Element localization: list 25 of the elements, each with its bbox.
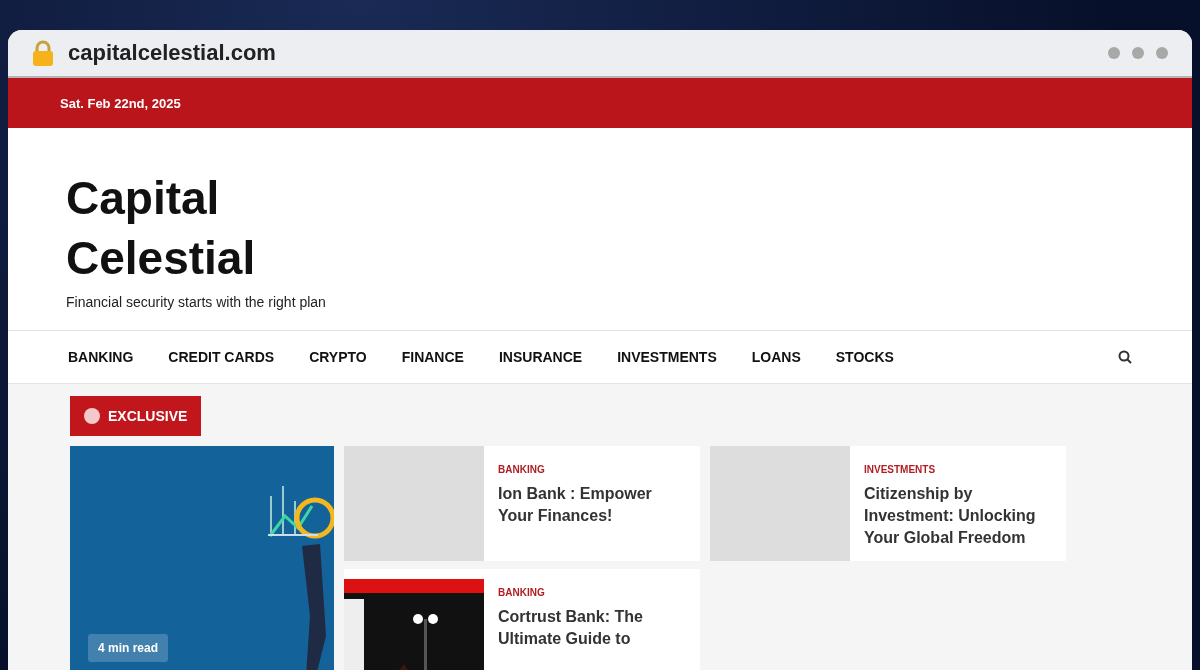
- window-dot: [1156, 47, 1168, 59]
- lock-icon: [32, 40, 54, 66]
- site-title[interactable]: Capital Celestial: [66, 168, 326, 288]
- post-title[interactable]: Citizenship by Investment: Unlocking Your Global Freedom: [864, 483, 1054, 549]
- exclusive-label: EXCLUSIVE: [108, 408, 188, 424]
- read-time-badge: 4 min read: [88, 634, 169, 662]
- nav-link[interactable]: FINANCE: [401, 349, 464, 365]
- search-icon[interactable]: [1118, 350, 1132, 364]
- site-tagline: Financial security starts with the right plan: [66, 294, 327, 310]
- window-dot: [1132, 47, 1144, 59]
- nav-link[interactable]: INSURANCE: [498, 349, 583, 365]
- nav-link[interactable]: STOCKS: [835, 349, 894, 365]
- nav-link[interactable]: INVESTMENTS: [617, 349, 717, 365]
- window-dot: [1108, 47, 1120, 59]
- nav-link[interactable]: LOANS: [751, 349, 801, 365]
- post-title[interactable]: Ion Bank : Empower Your Finances!: [498, 483, 688, 527]
- post-title[interactable]: Cortrust Bank: The Ultimate Guide to: [498, 606, 688, 650]
- dot-icon: [84, 408, 100, 424]
- nav-link[interactable]: CRYPTO: [309, 349, 367, 365]
- category-link[interactable]: BANKING: [498, 587, 688, 598]
- category-link[interactable]: INVESTMENTS: [864, 464, 1054, 475]
- category-link[interactable]: BANKING: [498, 464, 688, 475]
- nav-link[interactable]: CREDIT CARDS: [168, 349, 275, 365]
- nav-link[interactable]: BANKING: [68, 349, 134, 365]
- date-text: Sat. Feb 22nd, 2025: [60, 95, 181, 111]
